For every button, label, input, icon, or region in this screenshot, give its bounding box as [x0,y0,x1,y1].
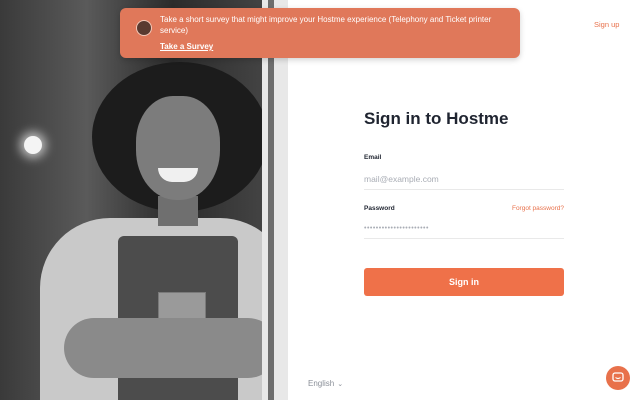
language-label: English [308,379,335,388]
chat-icon [612,372,624,382]
crossed-arms-shape [64,318,278,378]
signup-link[interactable]: Sign up [594,20,619,29]
face-shape [136,96,220,200]
password-field[interactable] [364,218,564,239]
page-title: Sign in to Hostme [364,109,509,128]
neck-shape [158,196,198,226]
password-label: Password [364,205,395,212]
lamp-light [24,136,42,154]
signin-button[interactable]: Sign in [364,268,564,296]
take-survey-link[interactable]: Take a Survey [160,42,213,51]
email-field[interactable] [364,169,564,190]
hero-photo [0,0,288,400]
door-frame [268,0,274,400]
survey-banner: Take a short survey that might improve y… [120,8,520,58]
email-label: Email [364,154,382,161]
language-selector[interactable]: English ⌄ [308,379,343,388]
door-panel [262,0,288,400]
chevron-down-icon: ⌄ [337,381,344,388]
forgot-password-link[interactable]: Forgot password? [512,205,564,212]
signin-form: Sign in to Hostme Email Password Forgot … [364,108,564,296]
banner-message: Take a short survey that might improve y… [160,15,492,35]
avatar [136,20,152,36]
chat-button[interactable] [606,366,630,390]
